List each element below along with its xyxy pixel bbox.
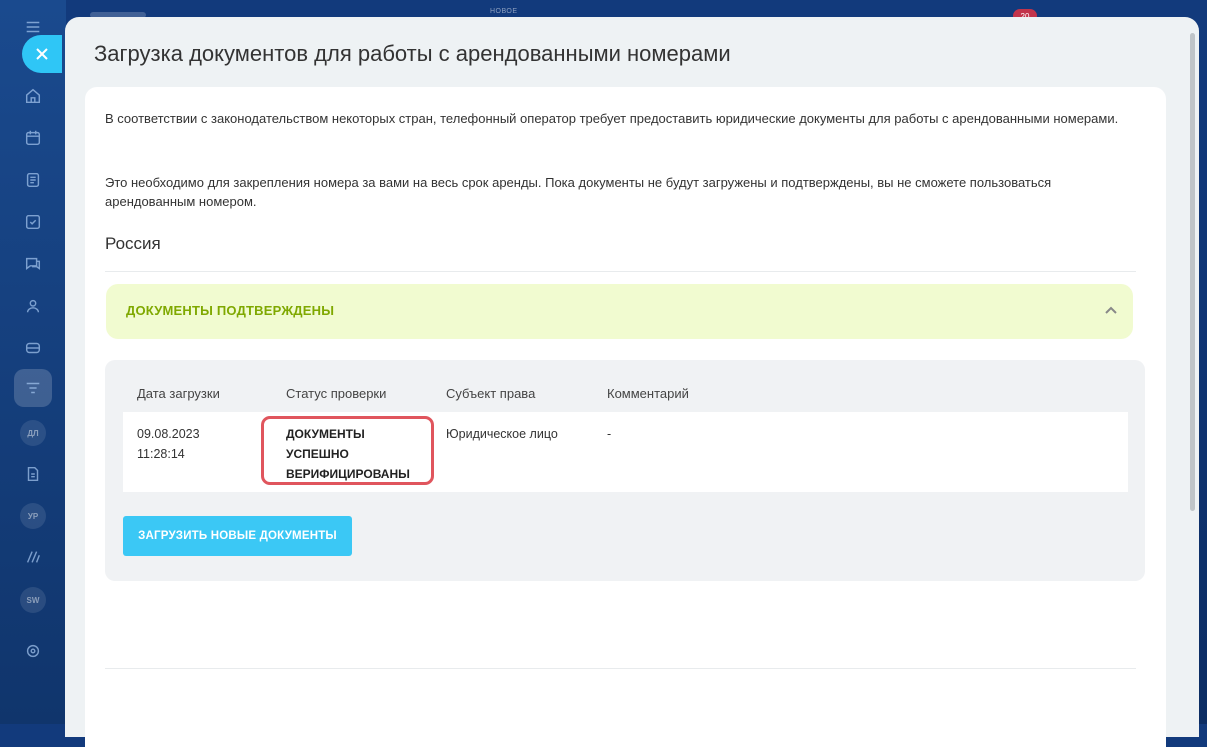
slider-panel: Загрузка документов для работы с арендов… bbox=[65, 17, 1199, 747]
funnel-icon[interactable] bbox=[22, 377, 44, 399]
status-banner-title: ДОКУМЕНТЫ ПОДТВЕРЖДЕНЫ bbox=[126, 303, 335, 318]
upload-time: 11:28:14 bbox=[137, 447, 185, 461]
tasks-icon[interactable] bbox=[22, 211, 44, 233]
sidebar-badge-3[interactable]: SW bbox=[20, 587, 46, 613]
content-card: В соответствии с законодательством некот… bbox=[85, 87, 1166, 747]
country-heading: Россия bbox=[105, 234, 161, 253]
document-icon[interactable] bbox=[22, 169, 44, 191]
settings-icon[interactable] bbox=[22, 640, 44, 662]
calendar-icon[interactable] bbox=[22, 127, 44, 149]
status-line: ВЕРИФИЦИРОВАНЫ bbox=[286, 467, 410, 481]
left-sidebar: ДЛ УР SW bbox=[0, 0, 66, 724]
close-icon bbox=[36, 48, 48, 60]
crm-icon[interactable] bbox=[22, 337, 44, 359]
divider bbox=[105, 668, 1136, 669]
contacts-icon[interactable] bbox=[22, 295, 44, 317]
column-header-subject: Субъект права bbox=[446, 386, 536, 401]
chevron-up-icon[interactable] bbox=[1103, 303, 1119, 319]
table-row: 09.08.2023 11:28:14 ДОКУМЕНТЫ УСПЕШНО ВЕ… bbox=[123, 412, 1128, 492]
info-paragraph: Это необходимо для закрепления номера за… bbox=[105, 175, 1052, 209]
sidebar-badge-1[interactable]: ДЛ bbox=[20, 420, 46, 446]
status-banner[interactable]: ДОКУМЕНТЫ ПОДТВЕРЖДЕНЫ bbox=[106, 284, 1133, 339]
home-icon[interactable] bbox=[22, 85, 44, 107]
column-header-comment: Комментарий bbox=[607, 386, 689, 401]
file-icon[interactable] bbox=[22, 463, 44, 485]
topbar-hint: НОВОЕ bbox=[490, 8, 518, 15]
sidebar-badge-2[interactable]: УР bbox=[20, 503, 46, 529]
scrollbar[interactable] bbox=[1190, 33, 1195, 511]
documents-table: Дата загрузки Статус проверки Субъект пр… bbox=[105, 360, 1145, 581]
divider bbox=[105, 271, 1136, 272]
comment-cell: - bbox=[607, 427, 612, 441]
status-line: ДОКУМЕНТЫ bbox=[286, 427, 365, 441]
column-header-date: Дата загрузки bbox=[137, 386, 220, 401]
subject-cell: Юридическое лицо bbox=[446, 427, 558, 441]
close-slider-button[interactable] bbox=[22, 35, 62, 73]
stripes-icon[interactable] bbox=[22, 546, 44, 568]
status-cell: ДОКУМЕНТЫ УСПЕШНО ВЕРИФИЦИРОВАНЫ bbox=[286, 424, 426, 484]
upload-new-documents-button[interactable]: ЗАГРУЗИТЬ НОВЫЕ ДОКУМЕНТЫ bbox=[123, 516, 352, 556]
chat-icon[interactable] bbox=[22, 253, 44, 275]
upload-date: 09.08.2023 bbox=[137, 427, 200, 441]
slider-title: Загрузка документов для работы с арендов… bbox=[94, 41, 731, 66]
status-line: УСПЕШНО bbox=[286, 447, 349, 461]
intro-paragraph: В соответствии с законодательством некот… bbox=[105, 111, 1119, 126]
column-header-status: Статус проверки bbox=[286, 386, 387, 401]
upload-date-cell: 09.08.2023 11:28:14 bbox=[137, 424, 200, 464]
